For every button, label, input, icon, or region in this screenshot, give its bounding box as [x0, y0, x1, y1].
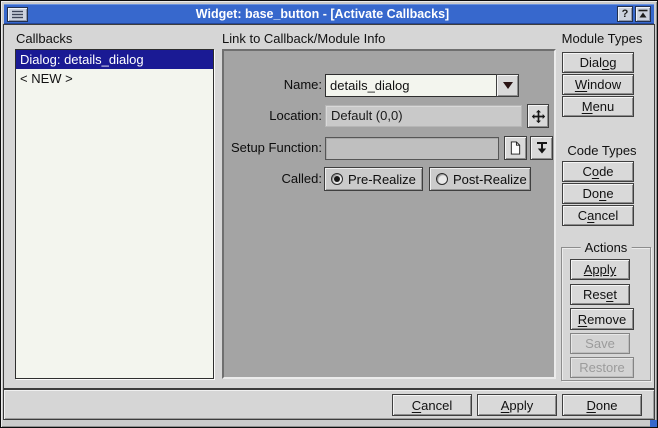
radio-selected-icon: [331, 173, 343, 185]
info-panel: Name: Location: Default (0,0) Setup Func…: [222, 49, 556, 379]
list-item-new[interactable]: < NEW >: [16, 69, 213, 88]
chevron-down-icon: [503, 82, 513, 89]
done-button[interactable]: Done: [562, 394, 642, 416]
callbacks-list: Dialog: details_dialog < NEW >: [15, 49, 214, 379]
setup-new-file-button[interactable]: [504, 136, 527, 160]
name-input[interactable]: [325, 74, 497, 97]
actions-restore-button: Restore: [570, 357, 634, 378]
window-menu-button[interactable]: [7, 7, 28, 22]
radio-post-realize[interactable]: Post-Realize: [429, 167, 531, 191]
setup-function-label: Setup Function:: [224, 140, 322, 155]
code-types-label: Code Types: [552, 143, 652, 158]
dialog-window: Widget: base_button - [Activate Callback…: [0, 0, 658, 428]
actions-apply-button[interactable]: Apply: [570, 259, 630, 280]
cancel-button[interactable]: Cancel: [392, 394, 472, 416]
module-type-dialog-button[interactable]: Dialog: [562, 52, 634, 73]
location-move-button[interactable]: [527, 104, 549, 128]
info-panel-label: Link to Callback/Module Info: [222, 31, 385, 46]
setup-insert-button[interactable]: [530, 136, 553, 160]
list-item-details-dialog[interactable]: Dialog: details_dialog: [16, 50, 213, 69]
location-value-field[interactable]: Default (0,0): [325, 105, 522, 127]
document-icon: [509, 140, 522, 156]
code-type-code-button[interactable]: Code: [562, 161, 634, 182]
actions-remove-button[interactable]: Remove: [570, 308, 634, 330]
window-title: Widget: base_button - [Activate Callback…: [30, 7, 615, 21]
name-label: Name:: [224, 77, 322, 92]
code-type-done-button[interactable]: Done: [562, 183, 634, 204]
resize-corner-handle[interactable]: [650, 420, 657, 427]
actions-group: Actions Apply Reset Remove Save Restore: [561, 247, 651, 381]
setup-function-input[interactable]: [325, 137, 499, 160]
dialog-body: Callbacks Dialog: details_dialog < NEW >…: [4, 25, 654, 388]
module-type-menu-button[interactable]: Menu: [562, 96, 634, 117]
radio-pre-realize-label: Pre-Realize: [348, 172, 416, 187]
actions-group-label: Actions: [581, 240, 632, 255]
bottom-button-bar: Cancel Apply Done: [4, 390, 654, 419]
titlebar[interactable]: Widget: base_button - [Activate Callback…: [4, 4, 654, 24]
down-arrow-from-bar-icon: [535, 141, 549, 155]
radio-unselected-icon: [436, 173, 448, 185]
shade-button[interactable]: [635, 6, 651, 22]
callbacks-label: Callbacks: [16, 31, 72, 46]
menu-icon: [10, 9, 25, 20]
actions-reset-button[interactable]: Reset: [570, 284, 630, 305]
help-button[interactable]: ?: [617, 6, 633, 22]
module-types-label: Module Types: [552, 31, 652, 46]
move-icon: [531, 109, 546, 124]
radio-post-realize-label: Post-Realize: [453, 172, 527, 187]
code-type-cancel-button[interactable]: Cancel: [562, 205, 634, 226]
module-type-window-button[interactable]: Window: [562, 74, 634, 95]
called-label: Called:: [224, 171, 322, 186]
actions-save-button: Save: [570, 333, 630, 354]
name-combo-button[interactable]: [496, 74, 519, 97]
question-mark-icon: ?: [622, 8, 629, 20]
shade-icon: [637, 8, 649, 20]
location-label: Location:: [224, 108, 322, 123]
apply-button[interactable]: Apply: [477, 394, 557, 416]
radio-pre-realize[interactable]: Pre-Realize: [324, 167, 423, 191]
